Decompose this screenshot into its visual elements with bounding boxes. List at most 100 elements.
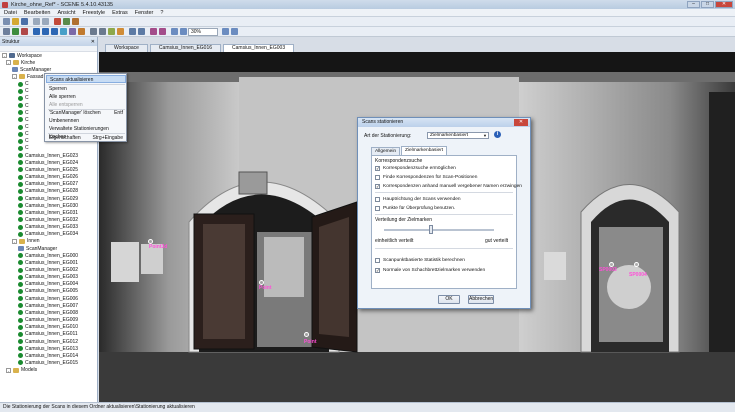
close-window-button[interactable]: ✕: [715, 1, 733, 8]
tree-scan-item[interactable]: Camsius_Innen_EG004: [18, 281, 78, 288]
clip-icon[interactable]: [78, 28, 85, 35]
minimize-button[interactable]: –: [687, 1, 700, 8]
zoom-icon[interactable]: [60, 28, 67, 35]
cancel-button[interactable]: Abbrechen: [468, 295, 494, 304]
tree-scan-item[interactable]: Camsius_Innen_EG029: [18, 195, 78, 202]
tree-workspace[interactable]: - Workspace: [2, 52, 42, 59]
info-icon[interactable]: i: [494, 131, 501, 138]
select-icon[interactable]: [3, 28, 10, 35]
zoom-out-icon[interactable]: [180, 28, 187, 35]
menu-datei[interactable]: Datei: [4, 10, 17, 16]
light-icon[interactable]: [117, 28, 124, 35]
tree-scan-item[interactable]: Camsius_Innen_EG033: [18, 224, 78, 231]
tree-innen-scanmanager[interactable]: ScanManager: [18, 245, 57, 252]
scan-position-marker[interactable]: [634, 262, 639, 267]
tree-scan-item[interactable]: Camsius_Innen_EG001: [18, 259, 78, 266]
tree-models[interactable]: - Models: [6, 367, 37, 374]
register-icon[interactable]: [63, 18, 70, 25]
menu-ansicht[interactable]: Ansicht: [57, 10, 75, 16]
navigate-icon[interactable]: [33, 28, 40, 35]
tree-scan-item[interactable]: Camsius_Innen_EG026: [18, 174, 78, 181]
tree-scan-item[interactable]: Camsius_Innen_EG000: [18, 252, 78, 259]
tree-scan-item[interactable]: Camsius_Innen_EG002: [18, 267, 78, 274]
tree-scan-item[interactable]: C: [18, 116, 29, 123]
distribution-slider-thumb[interactable]: [429, 225, 433, 234]
option-normale[interactable]: ✓ Normale von Schachbrettzielmarken verwe…: [375, 267, 485, 274]
zoom-fit-icon[interactable]: [222, 28, 229, 35]
tree-kirche[interactable]: - Kirche: [6, 59, 35, 66]
tree-scan-item[interactable]: Camsius_Innen_EG013: [18, 345, 78, 352]
checkbox-unchecked[interactable]: [375, 258, 380, 263]
tab-scan-eg003[interactable]: Camsius_Innen_EG003: [223, 44, 295, 52]
tree-scan-item[interactable]: C: [18, 88, 29, 95]
tree-scan-item[interactable]: C: [18, 138, 29, 145]
rotate-icon[interactable]: [51, 28, 58, 35]
menu-fenster[interactable]: Fenster: [135, 10, 154, 16]
tree-scan-item[interactable]: Camsius_Innen_EG011: [18, 331, 78, 338]
option-statistik[interactable]: Scanpunktbasierte Statistik berechnen: [375, 257, 465, 264]
tree-scan-item[interactable]: Camsius_Innen_EG023: [18, 152, 78, 159]
menu-freestyle[interactable]: Freestyle: [83, 10, 106, 16]
tree-scan-item[interactable]: Camsius_Innen_EG025: [18, 166, 78, 173]
tree-scan-item[interactable]: Camsius_Innen_EG028: [18, 188, 78, 195]
tree-scan-item[interactable]: Camsius_Innen_EG034: [18, 231, 78, 238]
target-icon[interactable]: [150, 28, 157, 35]
pan-icon[interactable]: [42, 28, 49, 35]
tree-scan-item[interactable]: C: [18, 109, 29, 116]
tree-scan-item[interactable]: Camsius_Innen_EG012: [18, 338, 78, 345]
scan-label-3[interactable]: Point: [304, 339, 317, 345]
pane-close-icon[interactable]: ✕: [91, 39, 95, 45]
tab-zielmarkenbasiert[interactable]: Zielmarkenbasiert: [401, 146, 448, 155]
tree-scan-item[interactable]: Camsius_Innen_EG027: [18, 181, 78, 188]
redo-icon[interactable]: [42, 18, 49, 25]
menu-item-sperren[interactable]: Sperren: [46, 85, 126, 93]
tree-scan-item[interactable]: Camsius_Innen_EG003: [18, 274, 78, 281]
open-icon[interactable]: [12, 18, 19, 25]
menu-item-scans-aktualisieren[interactable]: Scans aktualisieren: [46, 75, 126, 83]
expand-collapse-icon[interactable]: -: [12, 238, 17, 244]
save-icon[interactable]: [21, 18, 28, 25]
tree-scan-item[interactable]: C: [18, 131, 29, 138]
menu-bearbeiten[interactable]: Bearbeiten: [24, 10, 51, 16]
tree-scan-item[interactable]: C: [18, 145, 29, 152]
new-icon[interactable]: [3, 18, 10, 25]
tab-scan-eg016[interactable]: Camsius_Innen_EG016: [149, 44, 222, 52]
tree-fassade[interactable]: - Fassad: [12, 73, 43, 80]
tree-scan-item[interactable]: Camsius_Innen_EG032: [18, 216, 78, 223]
camera-icon[interactable]: [129, 28, 136, 35]
menu-extras[interactable]: Extras: [112, 10, 128, 16]
checkbox-checked[interactable]: ✓: [375, 268, 380, 273]
maximize-button[interactable]: □: [701, 1, 714, 8]
menu-item-stationierungen-loeschen[interactable]: Verwaltete Stationierungen löschen: [46, 125, 126, 140]
sphere-icon[interactable]: [159, 28, 166, 35]
tree-scan-item[interactable]: Camsius_Innen_EG030: [18, 202, 78, 209]
tree-scan-item[interactable]: Camsius_Innen_EG008: [18, 309, 78, 316]
expand-collapse-icon[interactable]: -: [6, 367, 11, 373]
menu-item-eigenschaften[interactable]: Eigenschaften Strg+Eingabe: [46, 134, 126, 142]
scan-label-1[interactable]: Point3d: [149, 244, 167, 250]
expand-collapse-icon[interactable]: -: [12, 74, 17, 80]
grid-icon[interactable]: [90, 28, 97, 35]
tree-scan-item[interactable]: C: [18, 102, 29, 109]
dialog-close-button[interactable]: ✕: [514, 119, 528, 126]
measure-icon[interactable]: [69, 28, 76, 35]
tree-scan-item[interactable]: Camsius_Innen_EG014: [18, 352, 78, 359]
tree-scan-item[interactable]: C: [18, 95, 29, 102]
view-icon[interactable]: [72, 18, 79, 25]
tree-innen[interactable]: - Innen: [12, 238, 40, 245]
menu-item-umbenennen[interactable]: Umbenennen: [46, 117, 126, 125]
delete-icon[interactable]: [54, 18, 61, 25]
menu-item-alle-entsperren[interactable]: Alle entsperren: [46, 101, 126, 109]
layers-icon[interactable]: [99, 28, 106, 35]
expand-collapse-icon[interactable]: -: [2, 53, 7, 58]
scan-label-2[interactable]: Point: [259, 285, 272, 291]
tree-scan-item[interactable]: Camsius_Innen_EG007: [18, 302, 78, 309]
fullscreen-icon[interactable]: [138, 28, 145, 35]
scan-position-marker[interactable]: [304, 332, 309, 337]
menu-item-loeschen[interactable]: 'ScanManager' löschen Entf: [46, 109, 126, 117]
registration-type-select[interactable]: Zielmarkenbasiert ▼: [427, 132, 489, 139]
expand-collapse-icon[interactable]: -: [6, 60, 11, 66]
tree-scan-item[interactable]: Camsius_Innen_EG010: [18, 324, 78, 331]
zoom-level-field[interactable]: 30%: [188, 28, 218, 36]
stop-icon[interactable]: [21, 28, 28, 35]
